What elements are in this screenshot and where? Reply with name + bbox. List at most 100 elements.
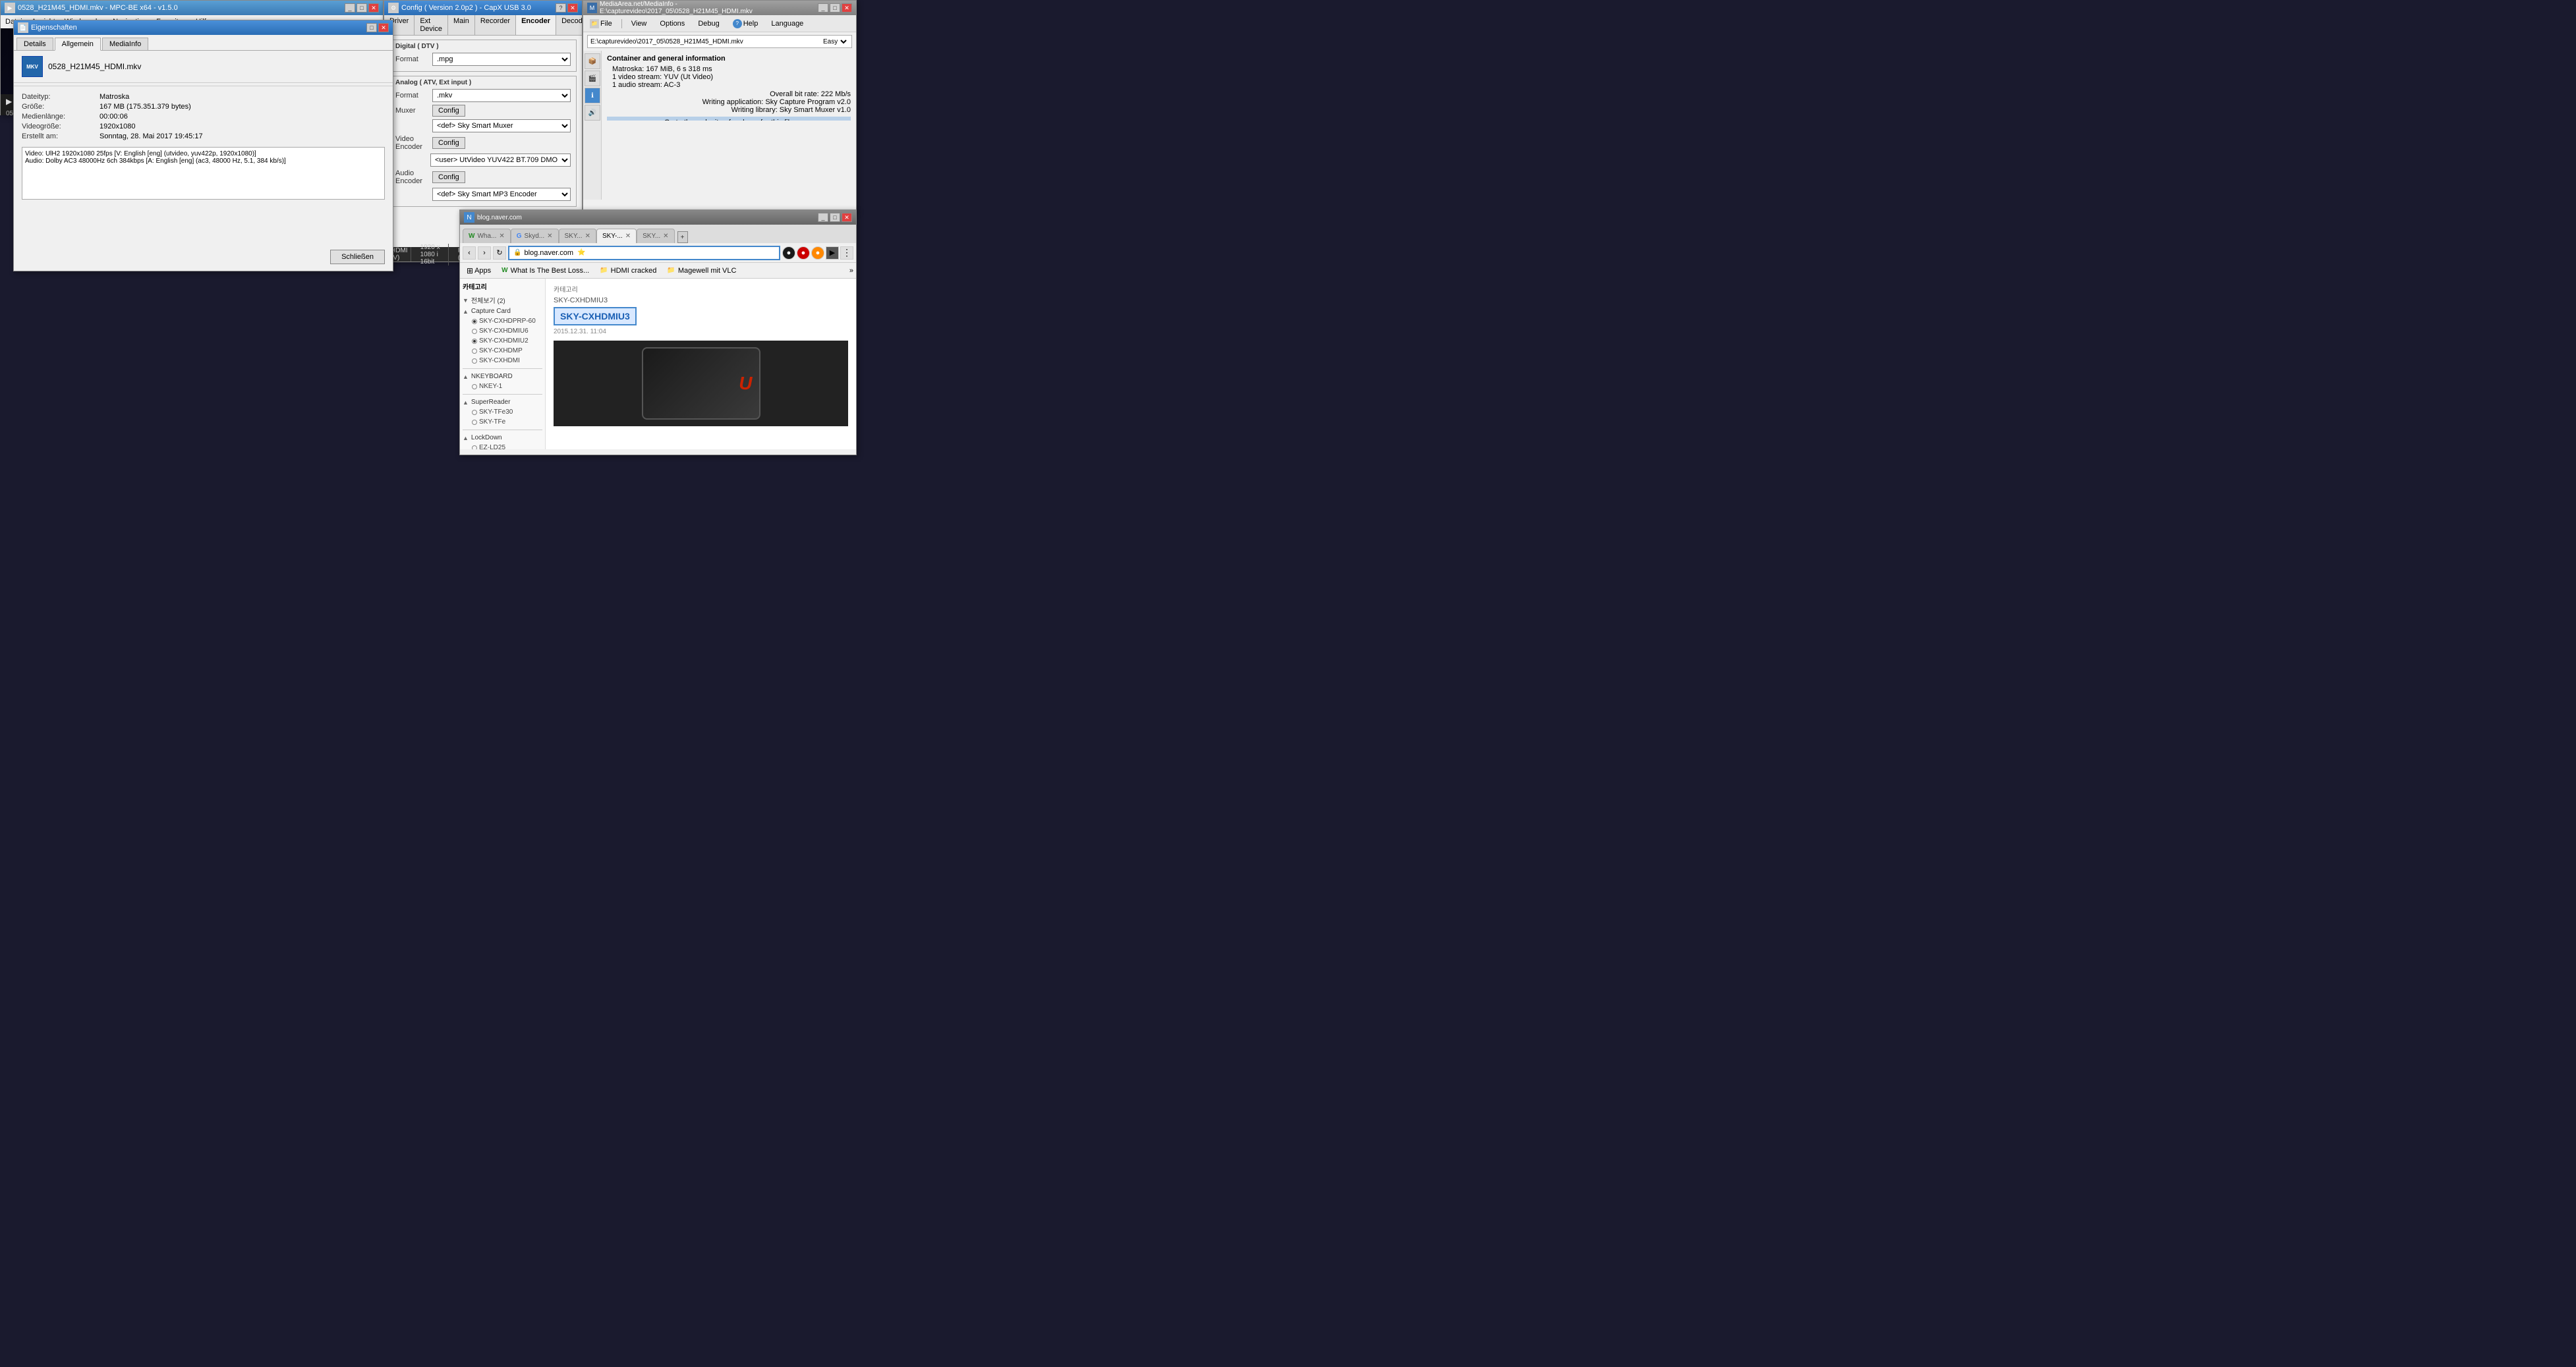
ext2-btn[interactable]: ●	[797, 246, 810, 260]
browser-title: blog.naver.com	[477, 214, 522, 221]
refresh-btn[interactable]: ↻	[493, 246, 506, 260]
si-info-icon[interactable]: ℹ	[585, 88, 600, 103]
mediainfo-close-btn[interactable]: ✕	[842, 3, 852, 13]
forward-btn[interactable]: ›	[478, 246, 491, 260]
properties-dialog: 📄 Eigenschaften □ ✕ Details Allgemein Me…	[13, 20, 393, 271]
tab-recorder[interactable]: Recorder	[475, 15, 516, 35]
props-close-btn-title[interactable]: ✕	[378, 23, 389, 32]
config-help-btn[interactable]: ?	[556, 3, 566, 13]
tab-wha-close[interactable]: ✕	[499, 233, 504, 240]
mi-debug-btn[interactable]: Debug	[694, 18, 723, 29]
tab-skyd[interactable]: G Skyd... ✕	[511, 229, 559, 243]
tab-mediainfo[interactable]: MediaInfo	[102, 38, 148, 50]
mpc-maximize-btn[interactable]: □	[357, 3, 367, 13]
mpc-icon: ▶	[5, 3, 15, 13]
props-maximize-btn[interactable]: □	[366, 23, 377, 32]
mkv-icon: MKV	[22, 56, 43, 77]
digital-format-select[interactable]: .mpg	[432, 53, 571, 66]
bookmark-whatis[interactable]: W What Is The Best Loss...	[498, 266, 593, 275]
browser-navbar: ‹ › ↻ 🔒 blog.naver.com ⭐ ● ● ● ▶ ⋮	[460, 243, 856, 263]
mi-language-btn[interactable]: Language	[767, 18, 807, 29]
muxer-select[interactable]: <def> Sky Smart Muxer	[432, 119, 571, 132]
video-encoder-select[interactable]: <user> UtVideo YUV422 BT.709 DMO	[430, 153, 571, 167]
cat-all[interactable]: ▼ 전체보기 (2)	[463, 294, 542, 306]
video-config-btn[interactable]: Config	[432, 137, 465, 149]
config-tab-bar: Driver Ext Device Main Recorder Encoder …	[384, 15, 582, 36]
cat-capture[interactable]: ▲ Capture Card	[463, 306, 542, 316]
item-tfe[interactable]: SKY-TFe	[463, 417, 542, 427]
cat-lockdown[interactable]: ▲ LockDown	[463, 433, 542, 443]
file-icon: 📁	[590, 19, 599, 28]
cat-nkeyboard[interactable]: ▲ NKEYBOARD	[463, 372, 542, 381]
audio-config-btn[interactable]: Config	[432, 171, 465, 183]
browser-content: 카테고리 ▼ 전체보기 (2) ▲ Capture Card SKY-CXHDP…	[460, 279, 856, 449]
item-cxhdmiu6[interactable]: SKY-CXHDMIU6	[463, 326, 542, 336]
url-bar[interactable]: 🔒 blog.naver.com ⭐	[508, 246, 780, 260]
tab-details[interactable]: Details	[16, 38, 53, 50]
label-dateityp: Dateityp:	[22, 93, 94, 101]
bookmarks-more[interactable]: »	[849, 267, 853, 275]
item-nkey1[interactable]: NKEY-1	[463, 381, 542, 391]
mediainfo-maximize-btn[interactable]: □	[830, 3, 840, 13]
browser-maximize-btn[interactable]: □	[830, 213, 840, 222]
apps-bookmark[interactable]: ⊞ Apps	[463, 265, 495, 276]
mi-options-btn[interactable]: Options	[656, 18, 689, 29]
tab-sky4[interactable]: SKY... ✕	[637, 229, 674, 243]
mpc-close-btn[interactable]: ✕	[368, 3, 379, 13]
ext5-btn[interactable]: ⋮	[840, 246, 853, 260]
config-close-btn[interactable]: ✕	[567, 3, 578, 13]
tab-sky4-close[interactable]: ✕	[663, 233, 668, 240]
analog-format-select[interactable]: .mkv	[432, 89, 571, 102]
close-schliessen-btn[interactable]: Schließen	[330, 250, 385, 264]
props-table: Dateityp: Matroska Größe: 167 MB (175.35…	[14, 89, 393, 144]
tab-encoder[interactable]: Encoder	[516, 15, 556, 35]
bookmark-magewell-label: Magewell mit VLC	[678, 267, 737, 275]
cat-superreader[interactable]: ▲ SuperReader	[463, 397, 542, 407]
props-tab-bar: Details Allgemein MediaInfo	[14, 35, 393, 51]
si-container-icon[interactable]: 📦	[585, 53, 600, 69]
tab-main[interactable]: Main	[448, 15, 475, 35]
muxer-config-btn[interactable]: Config	[432, 105, 465, 117]
browser-close-btn[interactable]: ✕	[842, 213, 852, 222]
mi-help-btn[interactable]: ? Help	[729, 18, 762, 30]
tab-wha[interactable]: W Wha... ✕	[463, 229, 511, 243]
back-btn[interactable]: ‹	[463, 246, 476, 260]
play-btn[interactable]: ▶	[6, 97, 12, 106]
tab-skyd-close[interactable]: ✕	[547, 233, 552, 240]
ext3-btn[interactable]: ●	[811, 246, 824, 260]
ext1-btn[interactable]: ●	[782, 246, 795, 260]
bookmark-hdmi[interactable]: 📁 HDMI cracked	[596, 266, 660, 275]
item-cxhdmiu2[interactable]: SKY-CXHDMIU2	[463, 336, 542, 346]
item-cxhdprp[interactable]: SKY-CXHDPRP-60	[463, 316, 542, 326]
tab-ext-device[interactable]: Ext Device	[415, 15, 448, 35]
item-tfe30[interactable]: SKY-TFe30	[463, 407, 542, 417]
mi-file-btn[interactable]: 📁 File	[586, 18, 616, 30]
mi-view-btn[interactable]: View	[627, 18, 651, 29]
digital-section: Digital ( DTV ) Format .mpg	[389, 40, 577, 72]
tab-sky2[interactable]: SKY... ✕	[559, 229, 596, 243]
mi-player-link[interactable]: Go to the web site of a player for this …	[607, 117, 851, 121]
ext4-btn[interactable]: ▶	[826, 246, 839, 260]
new-tab-btn[interactable]: +	[677, 231, 688, 243]
bookmark-magewell[interactable]: 📁 Magewell mit VLC	[663, 266, 740, 275]
browser-minimize-btn[interactable]: _	[818, 213, 828, 222]
apps-label: Apps	[474, 267, 491, 275]
item-ezld25[interactable]: EZ-LD25	[463, 443, 542, 449]
mpc-titlebar: ▶ 0528_H21M45_HDMI.mkv - MPC-BE x64 - v1…	[1, 1, 383, 15]
content-item-title: SKY-CXHDMIU3	[554, 296, 848, 304]
mediainfo-minimize-btn[interactable]: _	[818, 3, 828, 13]
si-audio-icon[interactable]: 🔊	[585, 105, 600, 121]
mpc-minimize-btn[interactable]: _	[345, 3, 355, 13]
si-video-icon[interactable]: 🎬	[585, 70, 600, 86]
item-cxhdmp[interactable]: SKY-CXHDMP	[463, 346, 542, 356]
value-dateityp: Matroska	[100, 93, 385, 101]
tab-sky2-close[interactable]: ✕	[585, 233, 590, 240]
browser-titlebar: N blog.naver.com _ □ ✕	[460, 210, 856, 225]
audio-encoder-select[interactable]: <def> Sky Smart MP3 Encoder	[432, 188, 571, 201]
item-cxhdmi[interactable]: SKY-CXHDMI	[463, 356, 542, 366]
tab-sky3-close[interactable]: ✕	[625, 233, 631, 240]
bookmark-whatis-label: What Is The Best Loss...	[511, 267, 590, 275]
view-select[interactable]: Easy	[820, 36, 849, 47]
tab-allgemein[interactable]: Allgemein	[55, 38, 101, 51]
tab-sky3[interactable]: SKY-... ✕	[596, 229, 637, 243]
